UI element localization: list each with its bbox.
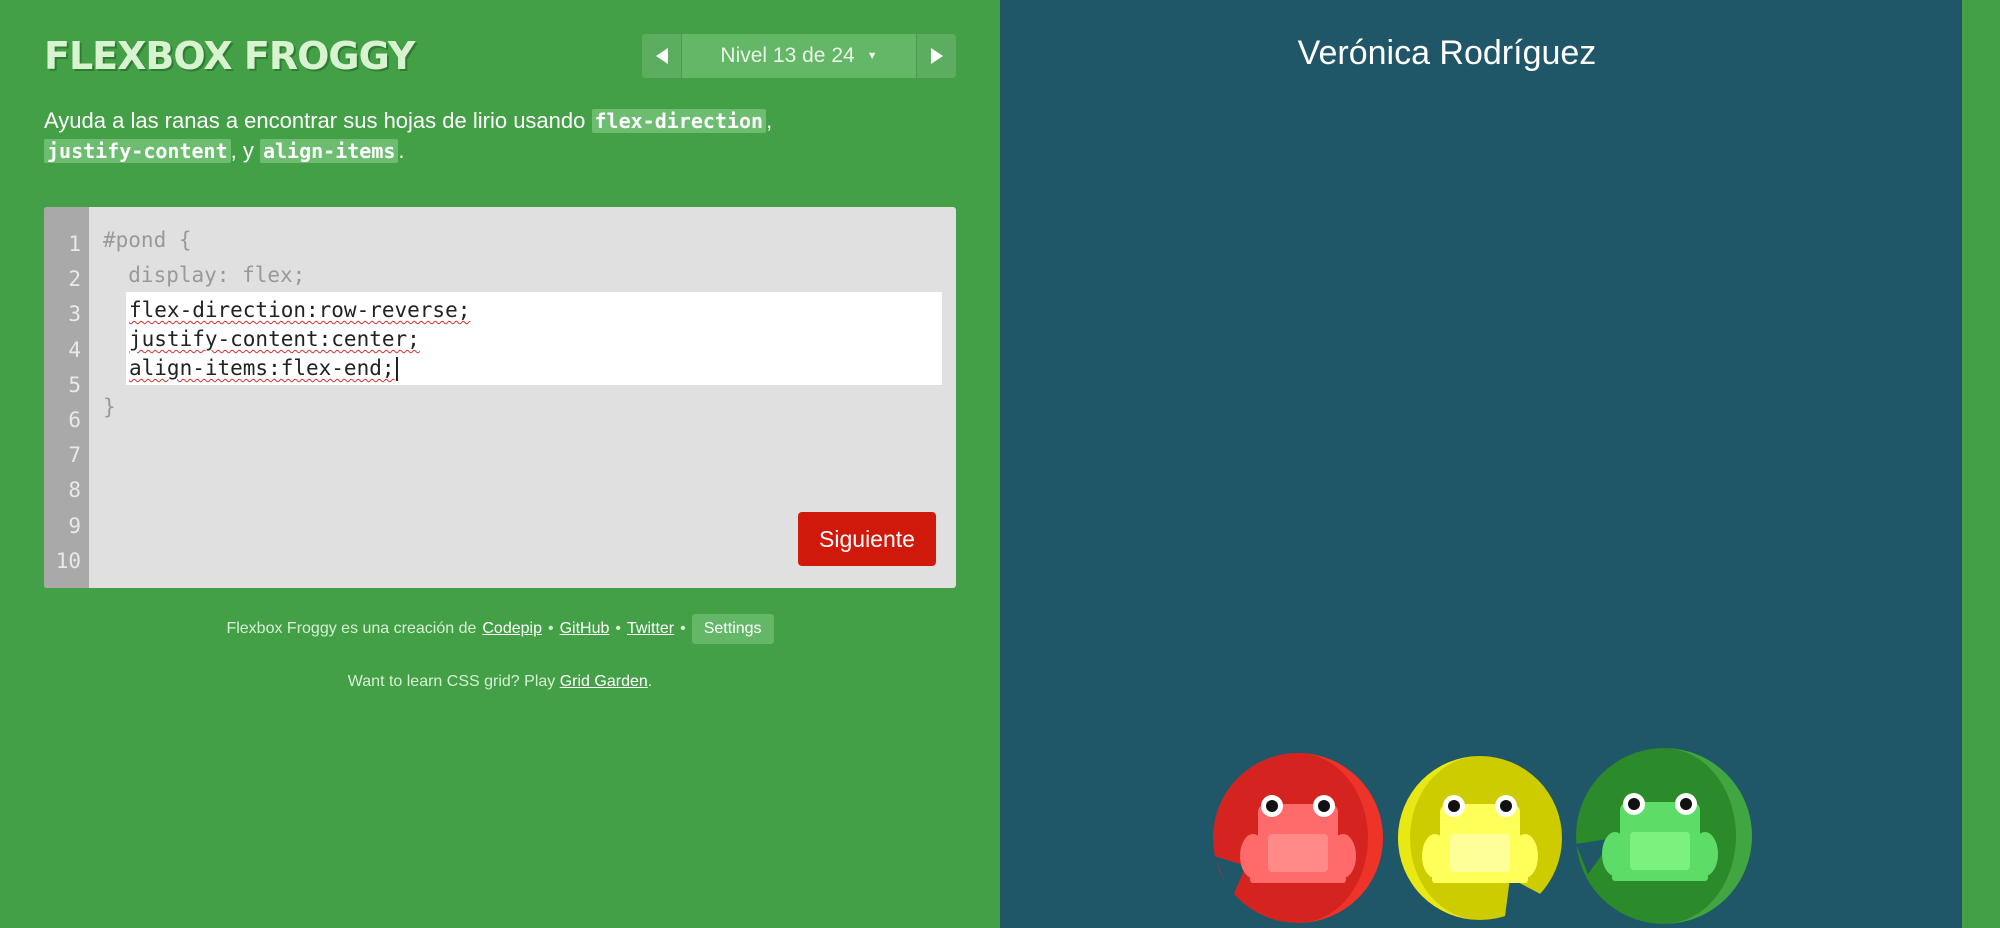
sidebar: FLEXBOX FROGGY Nivel 13 de 24 ▼ Ayuda a … <box>0 0 1000 928</box>
caret-down-icon: ▼ <box>866 50 878 62</box>
level-instructions: Ayuda a las ranas a encontrar sus hojas … <box>44 106 964 166</box>
input-line-text: align-items:flex-end; <box>129 356 395 380</box>
promo-text: Want to learn CSS grid? Play <box>347 673 556 690</box>
instructions-separator: , <box>766 108 773 133</box>
credits-text: Flexbox Froggy es una creación de <box>226 620 477 637</box>
frog-feet <box>1432 876 1528 883</box>
instructions-prefix: Ayuda a las ranas a encontrar sus hojas … <box>44 108 592 133</box>
line-number: 9 <box>68 513 81 538</box>
instructions-separator: , y <box>230 138 260 163</box>
pond: Verónica Rodríguez <box>1000 0 1962 928</box>
frog-pupil <box>1266 800 1278 812</box>
level-label: Nivel 13 de 24 <box>720 44 855 67</box>
next-button[interactable]: Siguiente <box>798 512 936 566</box>
line-number: 5 <box>68 372 81 397</box>
line-number: 1 <box>68 232 81 256</box>
settings-button[interactable]: Settings <box>691 614 774 644</box>
css-input[interactable]: flex-direction:row-reverse; justify-cont… <box>126 292 942 385</box>
frog-pupil <box>1680 798 1692 810</box>
frog-pupil <box>1500 800 1512 812</box>
text-cursor <box>395 357 398 381</box>
app-logo: FLEXBOX FROGGY <box>44 34 415 78</box>
pond-owner-name: Verónica Rodríguez <box>1297 34 1597 72</box>
next-level-button[interactable] <box>916 34 956 78</box>
yellow-frog <box>1398 748 1578 928</box>
frog-belly <box>1268 834 1328 872</box>
separator: • <box>680 620 686 637</box>
green-frog <box>1576 746 1756 926</box>
twitter-link[interactable]: Twitter <box>627 620 674 638</box>
separator: • <box>547 620 554 637</box>
codepip-link[interactable]: Codepip <box>482 620 542 638</box>
level-dropdown[interactable]: Nivel 13 de 24 ▼ <box>682 34 916 78</box>
instructions-suffix: . <box>398 138 405 163</box>
green-lilypad-frog <box>1576 748 1752 924</box>
frog-belly <box>1630 832 1690 870</box>
github-link[interactable]: GitHub <box>560 620 610 638</box>
input-line: align-items:flex-end; <box>129 354 942 383</box>
red-lilypad-frog <box>1213 753 1383 923</box>
line-number: 8 <box>68 478 81 503</box>
property-justify-content[interactable]: justify-content <box>44 139 231 163</box>
input-line: justify-content:center; <box>129 325 942 354</box>
red-frog <box>1210 748 1390 928</box>
input-line-text: justify-content:center; <box>129 327 420 351</box>
frog-feet <box>1612 874 1708 881</box>
promo-suffix: . <box>647 673 653 690</box>
line-number: 2 <box>68 267 81 292</box>
code-editor: 1 2 3 4 5 6 7 8 9 10 #pond { display: fl… <box>44 207 956 588</box>
triangle-right-icon <box>930 48 943 64</box>
property-align-items[interactable]: align-items <box>259 139 399 163</box>
frog-belly <box>1450 834 1510 872</box>
line-numbers: 1 2 3 4 5 6 7 8 9 10 <box>44 207 89 588</box>
code-line-display: display: flex; <box>103 263 306 287</box>
frog-pupil <box>1318 800 1330 812</box>
code-line-selector: #pond { <box>103 228 192 252</box>
input-line: flex-direction:row-reverse; <box>129 296 942 325</box>
code-line-close: } <box>103 395 116 419</box>
line-number: 3 <box>68 302 81 327</box>
previous-level-button[interactable] <box>642 34 682 78</box>
frog-pupil <box>1448 800 1460 812</box>
line-number: 10 <box>55 548 81 573</box>
yellow-lilypad-frog <box>1398 756 1562 924</box>
line-number: 4 <box>68 337 81 362</box>
level-navigator: Nivel 13 de 24 ▼ <box>642 34 956 78</box>
property-flex-direction[interactable]: flex-direction <box>591 109 767 133</box>
credits: Flexbox Froggy es una creación de Codepi… <box>0 614 1000 644</box>
line-number: 6 <box>68 407 81 432</box>
grid-garden-link[interactable]: Grid Garden <box>560 673 648 690</box>
frog-feet <box>1250 876 1346 883</box>
line-number: 7 <box>68 443 81 468</box>
triangle-left-icon <box>655 48 668 64</box>
grid-garden-promo: Want to learn CSS grid? Play Grid Garden… <box>0 673 1000 691</box>
separator: • <box>615 620 621 637</box>
right-edge-strip <box>1962 0 2000 928</box>
frog-pupil <box>1628 798 1640 810</box>
input-line-text: flex-direction:row-reverse; <box>129 298 471 322</box>
